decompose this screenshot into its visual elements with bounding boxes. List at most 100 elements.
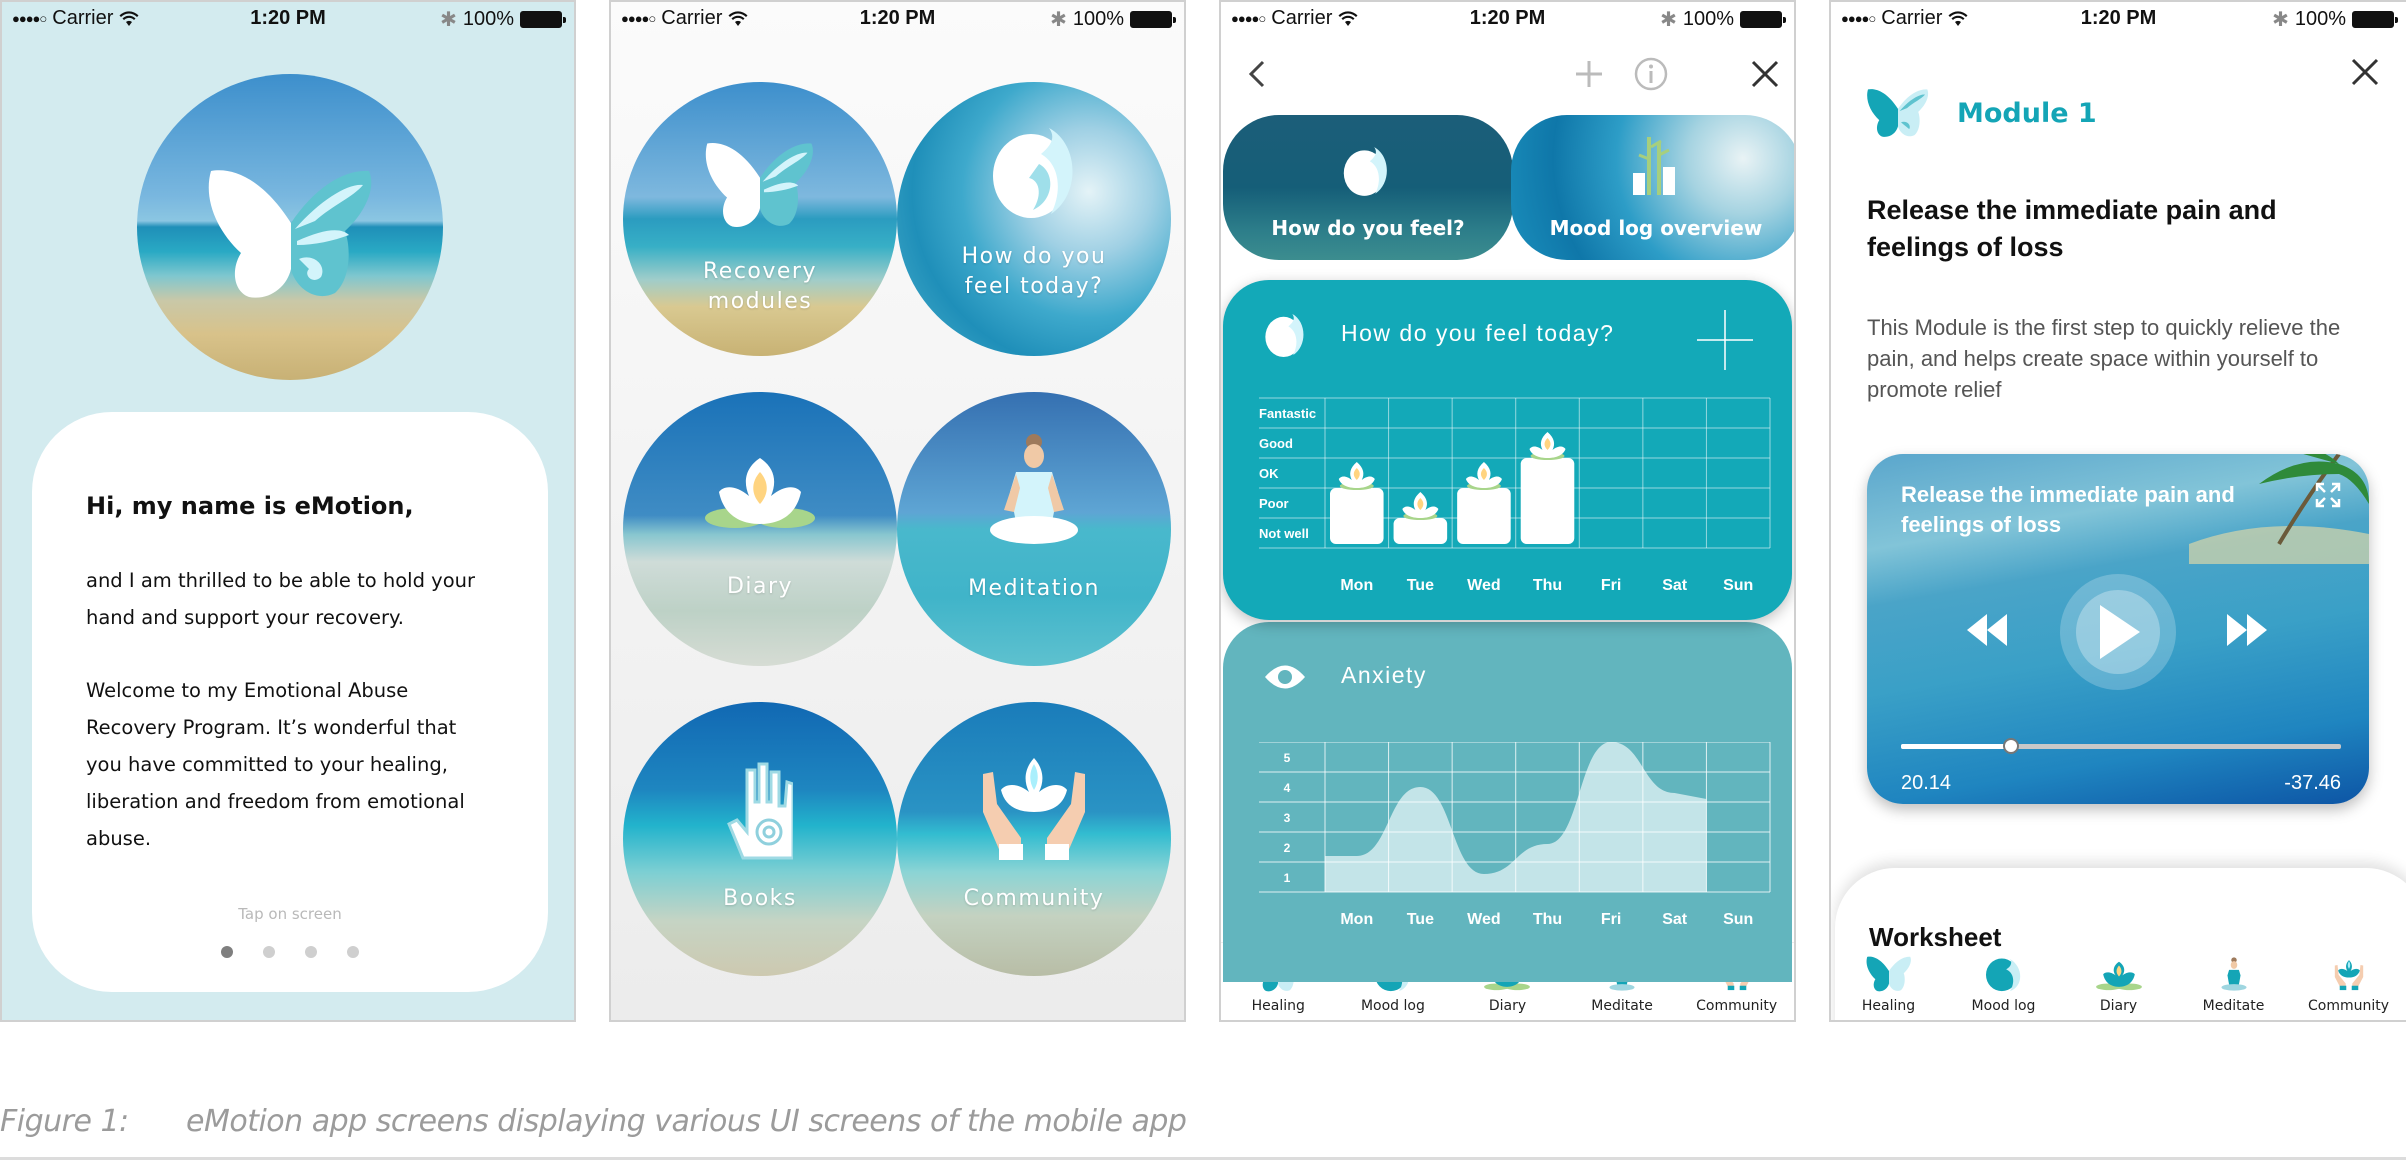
battery-percent: 100% [1072, 8, 1124, 30]
tile-books[interactable]: Books [623, 702, 897, 976]
y-tick-label: Not well [1259, 526, 1309, 541]
x-tick-label: Mon [1340, 577, 1373, 594]
welcome-card[interactable]: Hi, my name is eMotion, and I am thrille… [32, 412, 548, 992]
tap-hint: Tap on screen [238, 905, 342, 923]
play-button[interactable] [2060, 574, 2176, 690]
tile-how-do-you-feel[interactable]: How do you feel today? [897, 82, 1171, 356]
battery-icon [520, 11, 566, 28]
tile-meditation[interactable]: Meditation [897, 392, 1171, 666]
tile-label: How do you feel today? [961, 244, 1107, 299]
tab-label: Meditate [1591, 998, 1653, 1014]
tile-recovery-modules[interactable]: Recovery modules [623, 82, 897, 356]
page-dot-active[interactable] [221, 946, 233, 958]
x-tick-label: Thu [1533, 577, 1562, 594]
module-label: Module 1 [1957, 97, 2097, 129]
rewind-button[interactable] [1967, 614, 2007, 646]
add-button[interactable] [1571, 56, 1607, 92]
tab-diary[interactable]: Diary [2069, 954, 2169, 1014]
back-button[interactable] [1239, 56, 1275, 92]
close-button[interactable] [1747, 56, 1783, 92]
figure-caption-text: eMotion app screens displaying various U… [186, 1104, 1187, 1139]
bluetooth-icon: ✱ [1660, 9, 1677, 31]
mood-log-screen: ●●●●○ Carrier 1:20 PM ✱ 100% How do you fe… [1219, 0, 1796, 1022]
mood-bar-chart: Fantastic Good OK Poor Not well Mon Tue Wed Thu F… [1259, 397, 1771, 594]
intro-paragraph: and I am thrilled to be able to hold you… [86, 569, 476, 629]
tab-label: Community [2307, 998, 2390, 1014]
page-dot[interactable] [305, 946, 317, 958]
bluetooth-icon: ✱ [2272, 9, 2289, 31]
status-bar: ●●●●○ Carrier 1:20 PM ✱ 100% [611, 2, 1184, 36]
how-do-you-feel-button[interactable]: How do you feel? [1223, 115, 1513, 260]
close-button[interactable] [2351, 58, 2379, 91]
status-bar: ●●●●○ Carrier 1:20 PM ✱ 100% [1831, 2, 2406, 36]
info-icon [1634, 57, 1668, 91]
tab-label: Healing [1251, 998, 1305, 1014]
x-tick-label: Tue [1407, 577, 1434, 594]
mood-swirl-icon [1265, 313, 1304, 358]
mood-log-overview-button[interactable]: Mood log overview [1511, 115, 1794, 260]
nav-bar [1221, 56, 1794, 92]
fast-forward-button[interactable] [2227, 614, 2267, 646]
home-menu-screen: ●●●●○ Carrier 1:20 PM ✱ 100% Recovery modu… [609, 0, 1186, 1022]
lotus-icon [705, 458, 815, 528]
page-indicator[interactable] [32, 946, 548, 958]
hero-image [137, 74, 443, 380]
mood-bar [1330, 488, 1384, 544]
module-heading: Release the immediate pain and feelings … [1867, 195, 2277, 262]
x-tick-label: Sat [1662, 911, 1688, 928]
play-icon [2100, 605, 2140, 659]
close-icon [2351, 58, 2379, 86]
lotus-marker [1529, 432, 1566, 460]
x-tick-label: Mon [1340, 911, 1373, 928]
meditating-person-icon [2220, 957, 2247, 991]
x-tick-label: Thu [1533, 911, 1562, 928]
battery-icon [2352, 11, 2398, 28]
y-tick-label: 2 [1284, 841, 1291, 855]
page-dot[interactable] [347, 946, 359, 958]
welcome-paragraph: Welcome to my Emotional Abuse Recovery P… [86, 679, 465, 850]
lotus-marker [1338, 462, 1375, 490]
progress-knob[interactable] [2003, 738, 2019, 754]
tile-label: Community [963, 886, 1105, 911]
butterfly-icon [1867, 89, 1929, 137]
battery-percent: 100% [2294, 8, 2346, 30]
figure-caption: Figure 1: eMotion app screens displaying … [0, 1104, 1187, 1139]
tab-healing[interactable]: Healing [1839, 954, 1939, 1014]
audio-player: Release the immediate pain and feelings … [1867, 454, 2369, 804]
x-tick-label: Tue [1407, 911, 1434, 928]
battery-percent: 100% [1682, 8, 1734, 30]
mood-bar [1393, 518, 1448, 544]
x-tick-label: Sat [1662, 577, 1688, 594]
battery-percent: 100% [462, 8, 514, 30]
y-tick-label: Poor [1259, 496, 1289, 511]
bottom-tab-bar: Healing Mood log Diary Meditate Community [1831, 942, 2406, 1020]
anxiety-card-title: Anxiety [1341, 662, 1427, 688]
x-tick-label: Wed [1467, 911, 1500, 928]
tab-meditate[interactable]: Meditate [2184, 954, 2284, 1014]
butterfly-icon [705, 143, 813, 227]
x-tick-label: Sun [1723, 577, 1753, 594]
progress-slider[interactable] [1901, 738, 2341, 754]
bar-chart-bamboo-icon [1633, 137, 1675, 195]
page-dot[interactable] [263, 946, 275, 958]
tile-diary[interactable]: Diary [623, 392, 897, 666]
tile-label: Recovery modules [702, 259, 817, 314]
tab-label: Meditate [2202, 998, 2265, 1014]
add-mood-button[interactable] [1697, 310, 1753, 370]
x-tick-label: Fri [1601, 911, 1621, 928]
tab-community[interactable]: Community [2299, 954, 2399, 1014]
tile-community[interactable]: Community [897, 702, 1171, 976]
tile-label: Books [723, 886, 797, 911]
info-button[interactable] [1633, 56, 1669, 92]
close-icon [1751, 60, 1779, 88]
mood-bar [1457, 488, 1511, 544]
mood-swirl-icon [1343, 147, 1387, 196]
fullscreen-button[interactable] [2315, 482, 2341, 508]
battery-icon [1130, 11, 1176, 28]
tab-label: Healing [1861, 998, 1916, 1014]
welcome-screen[interactable]: ●●●●○ Carrier 1:20 PM ✱ 100% Hi, my name i… [0, 0, 576, 1022]
remaining-time: -37.46 [2284, 772, 2341, 794]
y-tick-label: Good [1259, 436, 1293, 451]
butterfly-logo-icon [208, 170, 372, 298]
tab-mood-log[interactable]: Mood log [1954, 954, 2054, 1014]
